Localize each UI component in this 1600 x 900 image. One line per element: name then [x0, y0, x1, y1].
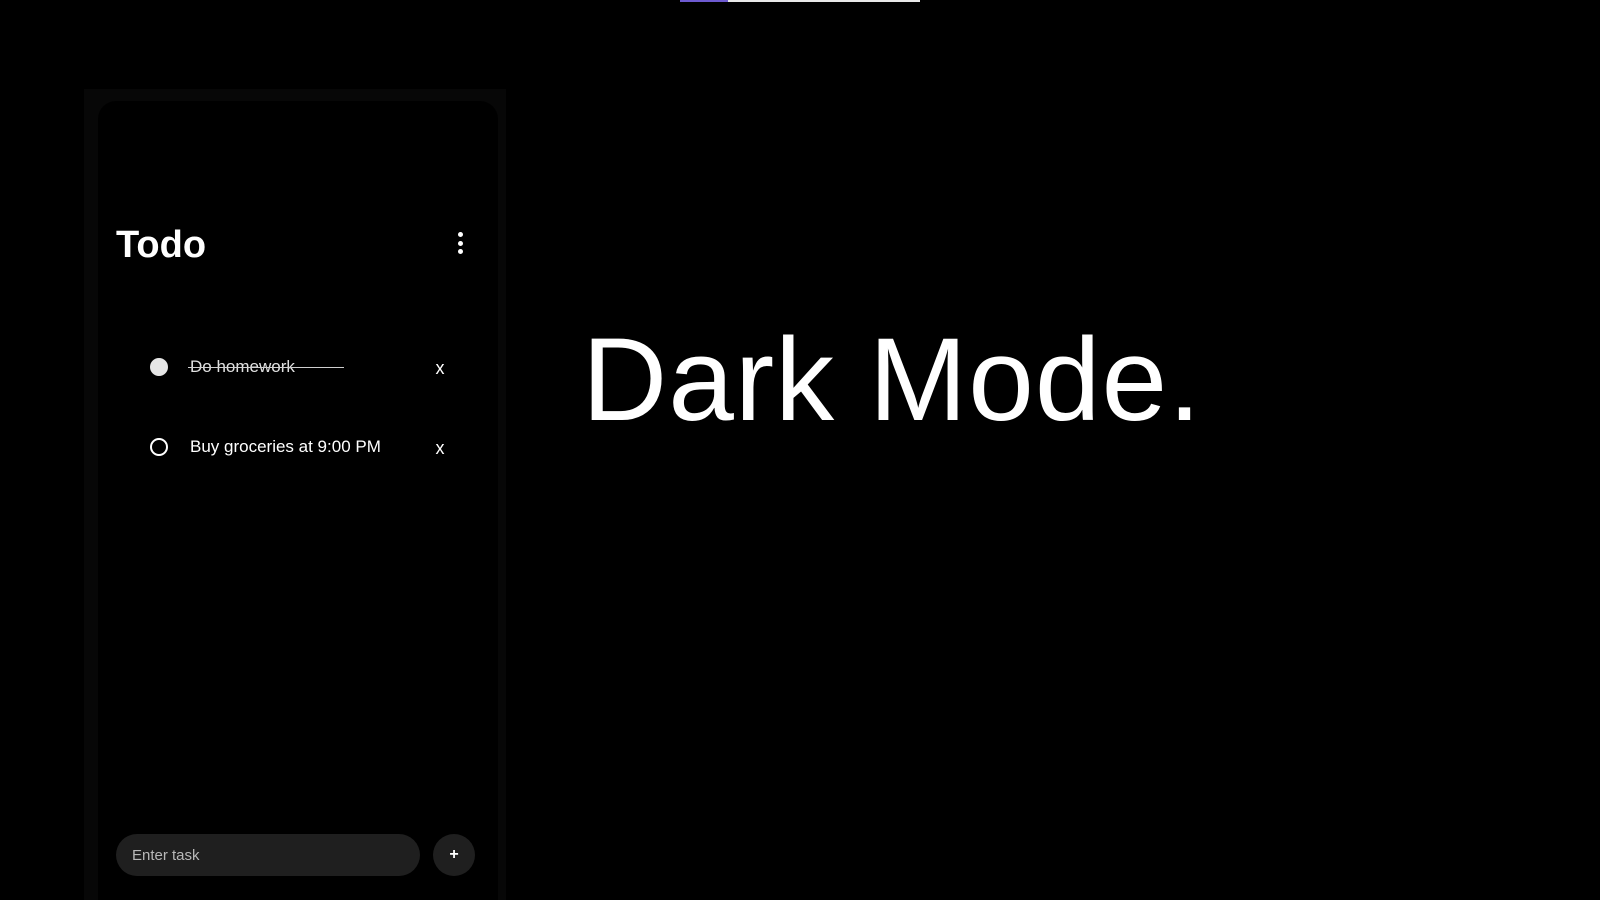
more-vertical-icon[interactable] — [453, 230, 467, 256]
menu-dot — [457, 249, 463, 254]
stage: Todo Do homework x Buy groceries at 9:00… — [0, 0, 1600, 900]
incomplete-check-icon[interactable] — [150, 438, 168, 456]
todo-text: Buy groceries at 9:00 PM — [190, 437, 381, 456]
strikethrough-line — [188, 367, 344, 368]
menu-dot — [457, 232, 463, 237]
delete-todo-button[interactable]: x — [430, 357, 450, 379]
menu-dot — [457, 240, 463, 246]
todo-item: Do homework x — [150, 347, 450, 387]
loading-progress-bar — [680, 0, 920, 2]
app-title: Todo — [116, 224, 207, 266]
hero-heading: Dark Mode. — [582, 314, 1202, 446]
task-input[interactable] — [116, 834, 420, 876]
app-screen: Todo Do homework x Buy groceries at 9:00… — [98, 101, 498, 900]
phone-frame: Todo Do homework x Buy groceries at 9:00… — [84, 89, 506, 900]
delete-todo-button[interactable]: x — [430, 437, 450, 459]
completed-check-icon[interactable] — [150, 358, 168, 376]
add-task-button[interactable]: + — [433, 834, 475, 876]
todo-item: Buy groceries at 9:00 PM x — [150, 427, 450, 467]
loading-progress-fill — [680, 0, 728, 2]
